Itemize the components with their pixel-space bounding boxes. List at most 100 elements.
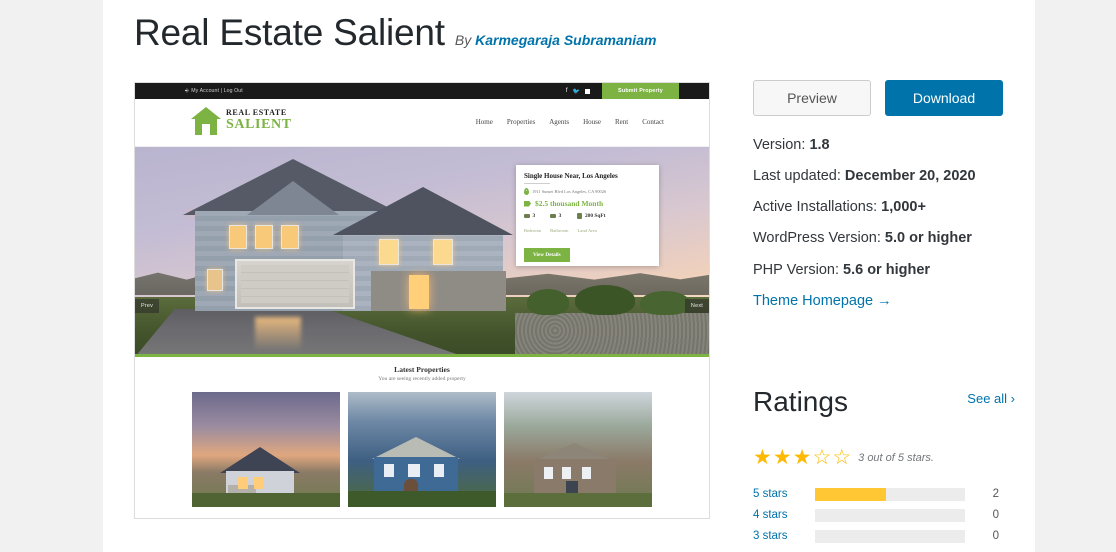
demo-nav-item-rent: Rent (614, 118, 629, 126)
area-icon (577, 213, 583, 219)
property-address: 1911 Sunset Blvd Los Angeles, CA 90026 (524, 188, 651, 195)
rating-bar-label-4[interactable]: 4 stars (753, 509, 815, 521)
demo-nav-item-properties: Properties (506, 118, 536, 126)
property-stat-bathroom: 3 Bathroom (550, 213, 568, 237)
theme-name: Real Estate Salient (134, 12, 445, 53)
location-pin-icon (524, 188, 529, 195)
ratings-title: Ratings (753, 386, 848, 417)
area-value: 200 SqFt (584, 213, 606, 219)
property-thumbnail (504, 392, 652, 507)
meta-value-php-version: 5.6 or higher (843, 261, 931, 278)
meta-row-last-updated: Last updated: December 20, 2020 (753, 167, 1015, 185)
meta-label-last-updated: Last updated: (753, 168, 841, 185)
star-rating[interactable]: ★ ★ ★ ☆ ☆ (753, 447, 851, 468)
rating-bar-track-3 (815, 529, 965, 543)
property-price-text: $2.5 thousand Month (535, 199, 604, 208)
download-button[interactable]: Download (885, 80, 1003, 116)
demo-logo: REAL ESTATE SALIENT (191, 107, 292, 135)
slider-next-button: Next (684, 299, 709, 313)
latest-subheading: You are seeing recently added property (378, 376, 466, 382)
meta-value-version: 1.8 (809, 137, 830, 153)
view-details-button: View Details (524, 248, 570, 262)
demo-nav-item-house: House (583, 118, 601, 126)
rating-bar-count-5: 2 (992, 488, 999, 500)
facebook-icon: f (565, 88, 568, 94)
demo-account-text: My Account | Log Out (191, 88, 243, 94)
twitter-icon: 🐦 (572, 88, 580, 95)
star-icon-empty: ☆ (812, 446, 832, 469)
theme-meta-list: Version: 1.8 Last updated: December 20, … (753, 136, 1015, 310)
ratings-breakdown: 5 stars 2 4 stars 0 3 stars 0 (753, 487, 1015, 550)
property-stat-area: 200 SqFt Land Area (577, 213, 606, 237)
property-address-text: 1911 Sunset Blvd Los Angeles, CA 90026 (532, 189, 607, 194)
demo-hero-slider: Single House Near, Los Angeles 1911 Suns… (135, 147, 709, 357)
rating-bar-track-4 (815, 508, 965, 522)
demo-topbar: ⎆ My Account | Log Out f 🐦 Submit Proper… (135, 83, 709, 99)
action-buttons: Preview Download (753, 80, 1015, 116)
theme-byline: By Karmegaraja Subramaniam (455, 32, 657, 48)
latest-heading: Latest Properties (394, 365, 450, 374)
property-thumbnail (348, 392, 496, 507)
demo-social-icons: f 🐦 (566, 88, 590, 95)
star-icon-empty: ☆ (832, 446, 852, 469)
rating-bar-label-3[interactable]: 3 stars (753, 530, 815, 542)
rating-bar-row: 5 stars 2 (753, 487, 1015, 501)
bedroom-label: Bedroom (524, 228, 542, 233)
user-icon: ⎆ (185, 87, 190, 94)
meta-value-wordpress-version: 5.0 or higher (884, 230, 972, 247)
ratings-header: Ratings See all › (753, 388, 1015, 416)
logo-line-2: SALIENT (226, 116, 292, 132)
rating-bar-label-5[interactable]: 5 stars (753, 488, 815, 500)
demo-property-card: Single House Near, Los Angeles 1911 Suns… (516, 165, 659, 266)
star-icon-filled: ★ (753, 446, 772, 469)
rating-bar-count-3: 0 (992, 530, 999, 542)
meta-row-active-installations: Active Installations: 1,000+ (753, 198, 1015, 216)
meta-row-version: Version: 1.8 (753, 136, 1015, 154)
demo-account-link: ⎆ My Account | Log Out (185, 88, 243, 95)
hero-gravel (515, 313, 709, 357)
ratings-summary-text: 3 out of 5 stars. (858, 451, 934, 464)
see-all-ratings-link[interactable]: See all › (967, 391, 1015, 416)
bedroom-value: 3 (532, 213, 536, 219)
demo-nav: Home Properties Agents House Rent Contac… (476, 118, 664, 126)
hero-house-image (183, 159, 513, 311)
bathroom-label: Bathroom (550, 228, 569, 233)
theme-homepage-link[interactable]: Theme Homepage → (753, 293, 892, 309)
page-title: Real Estate Salient By Karmegaraja Subra… (134, 14, 656, 51)
rating-bar-fill-5 (815, 487, 886, 501)
demo-submit-property-button: Submit Property (602, 83, 679, 99)
meta-label-wordpress-version: WordPress Version: (753, 230, 881, 247)
bath-icon (550, 214, 557, 218)
demo-latest-properties: Latest Properties You are seeing recentl… (135, 357, 709, 507)
meta-value-active-installations: 1,000+ (881, 199, 926, 216)
area-label: Land Area (577, 228, 597, 233)
theme-screenshot[interactable]: ⎆ My Account | Log Out f 🐦 Submit Proper… (134, 82, 710, 519)
rating-bar-count-4: 0 (992, 509, 999, 521)
meta-value-last-updated: December 20, 2020 (844, 168, 976, 185)
slider-prev-button: Prev (135, 299, 160, 313)
meta-row-wordpress-version: WordPress Version: 5.0 or higher (753, 229, 1015, 247)
property-price: $2.5 thousand Month (524, 199, 651, 208)
bed-icon (524, 214, 530, 218)
by-label: By (454, 32, 472, 48)
demo-nav-item-contact: Contact (642, 118, 664, 126)
property-stat-bedroom: 3 Bedroom (524, 213, 541, 237)
latest-thumbnails (135, 392, 709, 507)
ratings-stars-row: ★ ★ ★ ☆ ☆ 3 out of 5 stars. (753, 447, 934, 468)
meta-label-version: Version: (753, 137, 806, 153)
property-stats: 3 Bedroom 3 Bathroom 200 SqFt Land Area (524, 213, 651, 237)
rating-bar-row: 4 stars 0 (753, 508, 1015, 522)
demo-header: REAL ESTATE SALIENT Home Properties Agen… (135, 99, 709, 147)
author-link[interactable]: Karmegaraja Subramaniam (475, 32, 656, 48)
linkedin-icon (585, 88, 590, 94)
property-title: Single House Near, Los Angeles (524, 172, 651, 184)
star-icon-filled: ★ (772, 446, 792, 469)
demo-nav-item-home: Home (475, 118, 493, 126)
price-tag-icon (524, 200, 531, 207)
demo-nav-item-agents: Agents (549, 118, 570, 126)
preview-button[interactable]: Preview (753, 80, 871, 116)
house-logo-icon (191, 107, 221, 135)
meta-label-php-version: PHP Version: (753, 261, 839, 278)
bathroom-value: 3 (558, 213, 562, 219)
star-icon-filled: ★ (792, 446, 812, 469)
